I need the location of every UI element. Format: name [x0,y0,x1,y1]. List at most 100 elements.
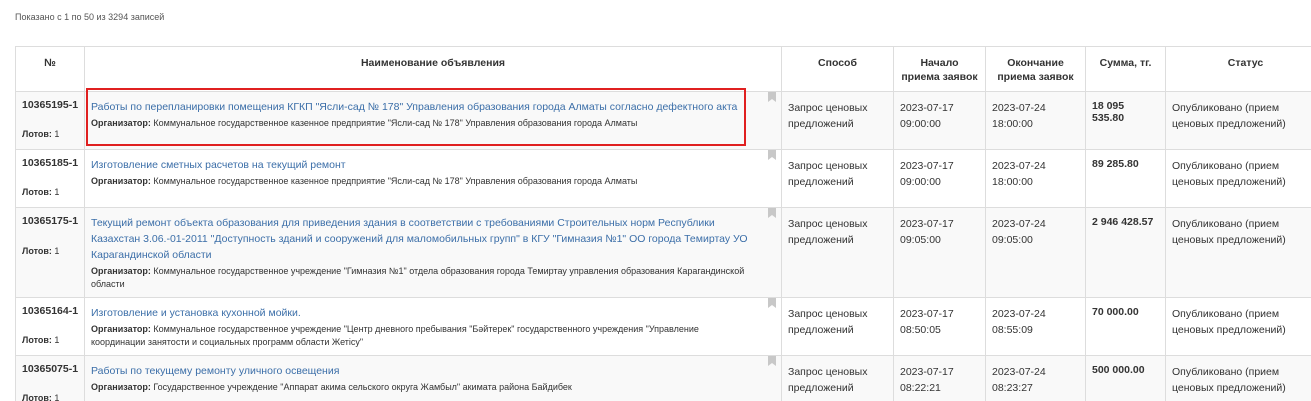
number-cell: 10365185-1 Лотов: 1 [15,149,85,208]
lots-label: Лотов: [22,129,52,139]
organizer-line: Организатор: Коммунальное государственно… [91,117,755,130]
announcement-number: 10365195-1 [22,99,79,111]
lots-count: Лотов: 1 [22,246,59,256]
start-time: 09:00:00 [900,176,941,188]
organizer-name: Коммунальное государственное казенное пр… [153,176,638,186]
name-cell: Изготовление и установка кухонной мойки.… [84,297,782,356]
lots-label: Лотов: [22,393,52,401]
sum-cell: 89 285.80 [1085,149,1166,208]
lots-count: Лотов: 1 [22,129,59,139]
lots-count: Лотов: 1 [22,187,59,197]
number-cell: 10365075-1 Лотов: 1 [15,355,85,401]
end-time: 18:00:00 [992,176,1033,188]
end-date: 2023-07-24 [992,218,1046,230]
end-cell: 2023-07-24 18:00:00 [985,91,1086,150]
start-cell: 2023-07-17 08:22:21 [893,355,986,401]
column-header-name[interactable]: Наименование объявления [84,46,782,92]
announcement-title-link[interactable]: Изготовление и установка кухонной мойки. [91,305,755,321]
sum-cell: 2 946 428.57 [1085,207,1166,298]
lots-label: Лотов: [22,187,52,197]
announcement-title-link[interactable]: Работы по текущему ремонту уличного осве… [91,363,755,379]
bookmark-icon[interactable] [768,150,776,160]
method-cell: Запрос ценовых предложений [781,207,894,298]
end-time: 09:05:00 [992,234,1033,246]
announcement-number: 10365075-1 [22,363,79,375]
method-cell: Запрос ценовых предложений [781,91,894,150]
start-cell: 2023-07-17 09:05:00 [893,207,986,298]
announcement-number: 10365164-1 [22,305,79,317]
organizer-label: Организатор: [91,266,151,276]
bookmark-icon[interactable] [768,298,776,308]
table-row: 10365175-1 Лотов: 1 Текущий ремонт объек… [15,207,1311,298]
column-header-end[interactable]: Окончание приема заявок [985,46,1086,92]
organizer-label: Организатор: [91,324,151,334]
organizer-line: Организатор: Коммунальное государственно… [91,323,755,349]
organizer-label: Организатор: [91,118,151,128]
records-summary: Показано с 1 по 50 из 3294 записей [15,12,165,22]
column-header-start[interactable]: Начало приема заявок [893,46,986,92]
table-row: 10365164-1 Лотов: 1 Изготовление и устан… [15,297,1311,356]
start-date: 2023-07-17 [900,102,954,114]
name-cell: Работы по текущему ремонту уличного осве… [84,355,782,401]
organizer-name: Коммунальное государственное казенное пр… [153,118,638,128]
number-cell: 10365164-1 Лотов: 1 [15,297,85,356]
end-time: 18:00:00 [992,118,1033,130]
lots-value: 1 [54,187,60,197]
organizer-name: Государственное учреждение "Аппарат аким… [153,382,572,392]
end-cell: 2023-07-24 09:05:00 [985,207,1086,298]
lots-count: Лотов: 1 [22,393,59,401]
sum-cell: 70 000.00 [1085,297,1166,356]
end-date: 2023-07-24 [992,366,1046,378]
start-time: 09:00:00 [900,118,941,130]
announcement-title-link[interactable]: Работы по перепланировки помещения КГКП … [91,99,755,115]
column-header-number[interactable]: № [15,46,85,92]
lots-count: Лотов: 1 [22,335,59,345]
start-date: 2023-07-17 [900,218,954,230]
start-time: 08:22:21 [900,382,941,394]
number-cell: 10365195-1 Лотов: 1 [15,91,85,150]
start-date: 2023-07-17 [900,160,954,172]
sum-cell: 500 000.00 [1085,355,1166,401]
method-cell: Запрос ценовых предложений [781,297,894,356]
table-header: № Наименование объявления Способ Начало … [15,46,1311,92]
lots-label: Лотов: [22,246,52,256]
status-cell: Опубликовано (прием ценовых предложений) [1165,91,1311,150]
organizer-line: Организатор: Коммунальное государственно… [91,175,755,188]
column-header-method[interactable]: Способ [781,46,894,92]
organizer-name: Коммунальное государственное учреждение … [91,266,745,289]
end-time: 08:23:27 [992,382,1033,394]
organizer-line: Организатор: Коммунальное государственно… [91,265,755,291]
bookmark-icon[interactable] [768,92,776,102]
start-cell: 2023-07-17 09:00:00 [893,91,986,150]
bookmark-icon[interactable] [768,356,776,366]
announcement-title-link[interactable]: Текущий ремонт объекта образования для п… [91,215,755,263]
announcement-title-link[interactable]: Изготовление сметных расчетов на текущий… [91,157,755,173]
method-cell: Запрос ценовых предложений [781,149,894,208]
name-cell: Работы по перепланировки помещения КГКП … [84,91,782,150]
status-cell: Опубликовано (прием ценовых предложений) [1165,297,1311,356]
start-cell: 2023-07-17 09:00:00 [893,149,986,208]
bookmark-icon[interactable] [768,208,776,218]
number-cell: 10365175-1 Лотов: 1 [15,207,85,298]
end-date: 2023-07-24 [992,102,1046,114]
status-cell: Опубликовано (прием ценовых предложений) [1165,207,1311,298]
organizer-label: Организатор: [91,382,151,392]
organizer-label: Организатор: [91,176,151,186]
table-body: 10365195-1 Лотов: 1 Работы по перепланир… [15,91,1311,401]
name-cell: Изготовление сметных расчетов на текущий… [84,149,782,208]
end-cell: 2023-07-24 08:23:27 [985,355,1086,401]
start-cell: 2023-07-17 08:50:05 [893,297,986,356]
announcement-number: 10365185-1 [22,157,79,169]
lots-value: 1 [54,393,60,401]
start-time: 08:50:05 [900,324,941,336]
sum-cell: 18 095 535.80 [1085,91,1166,150]
column-header-status[interactable]: Статус [1165,46,1311,92]
column-header-sum[interactable]: Сумма, тг. [1085,46,1166,92]
name-cell: Текущий ремонт объекта образования для п… [84,207,782,298]
start-date: 2023-07-17 [900,366,954,378]
start-time: 09:05:00 [900,234,941,246]
status-cell: Опубликовано (прием ценовых предложений) [1165,149,1311,208]
end-cell: 2023-07-24 18:00:00 [985,149,1086,208]
status-cell: Опубликовано (прием ценовых предложений) [1165,355,1311,401]
method-cell: Запрос ценовых предложений [781,355,894,401]
